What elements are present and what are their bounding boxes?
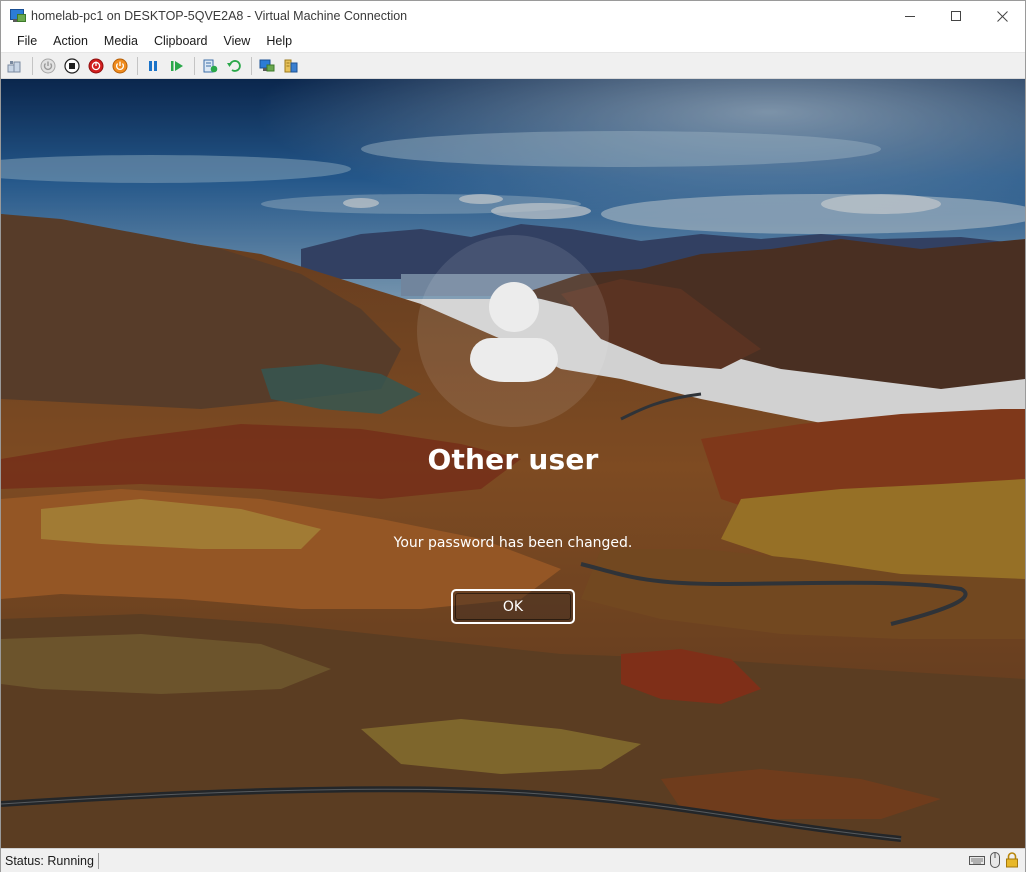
turn-off-icon bbox=[64, 57, 80, 74]
mouse-icon bbox=[990, 852, 1000, 868]
enhanced-session-button[interactable] bbox=[256, 55, 278, 77]
minimize-button[interactable] bbox=[887, 1, 933, 31]
ctrl-alt-del-icon bbox=[7, 60, 21, 72]
shut-down-button[interactable] bbox=[85, 55, 107, 77]
maximize-icon bbox=[951, 11, 961, 21]
resume-button[interactable] bbox=[166, 55, 188, 77]
checkpoint-icon bbox=[203, 59, 218, 72]
toolbar bbox=[1, 52, 1025, 79]
pause-button[interactable] bbox=[142, 55, 164, 77]
user-avatar-head-icon bbox=[489, 282, 539, 332]
menu-bar: File Action Media Clipboard View Help bbox=[1, 31, 1025, 52]
toolbar-separator bbox=[32, 56, 33, 75]
close-icon bbox=[996, 10, 1008, 22]
revert-icon bbox=[227, 59, 241, 72]
pause-icon bbox=[149, 60, 157, 71]
keyboard-icon bbox=[969, 856, 985, 865]
user-avatar-body-icon bbox=[470, 338, 558, 382]
window-title: homelab-pc1 on DESKTOP-5QVE2A8 - Virtual… bbox=[31, 9, 408, 23]
vm-connection-icon bbox=[9, 8, 26, 24]
revert-button[interactable] bbox=[223, 55, 245, 77]
user-name: Other user bbox=[427, 443, 599, 476]
title-bar[interactable]: homelab-pc1 on DESKTOP-5QVE2A8 - Virtual… bbox=[1, 1, 1025, 31]
power-icon bbox=[112, 58, 128, 73]
window-controls bbox=[887, 1, 1025, 31]
menu-file[interactable]: File bbox=[9, 31, 45, 52]
status-text: Status: Running bbox=[5, 852, 99, 869]
start-button[interactable] bbox=[37, 55, 59, 77]
checkpoint-button[interactable] bbox=[199, 55, 221, 77]
vm-connection-window: homelab-pc1 on DESKTOP-5QVE2A8 - Virtual… bbox=[0, 0, 1026, 872]
start-icon bbox=[40, 58, 56, 73]
menu-help[interactable]: Help bbox=[258, 31, 300, 52]
share-button[interactable] bbox=[280, 55, 302, 77]
toolbar-separator bbox=[137, 56, 138, 75]
power-button[interactable] bbox=[109, 55, 131, 77]
share-icon bbox=[284, 59, 298, 72]
resume-icon bbox=[171, 60, 183, 71]
turn-off-button[interactable] bbox=[61, 55, 83, 77]
menu-media[interactable]: Media bbox=[96, 31, 146, 52]
ok-button[interactable]: OK bbox=[451, 589, 575, 624]
toolbar-separator bbox=[194, 56, 195, 75]
ctrl-alt-del-button[interactable] bbox=[4, 55, 26, 77]
password-changed-message: Your password has been changed. bbox=[393, 535, 633, 551]
shut-down-icon bbox=[88, 58, 104, 73]
minimize-icon bbox=[905, 16, 915, 17]
vm-display[interactable]: Other user Your password has been change… bbox=[1, 79, 1025, 848]
enhanced-session-icon bbox=[259, 59, 275, 71]
ok-button-label: OK bbox=[502, 598, 524, 615]
status-bar: Status: Running bbox=[1, 848, 1025, 872]
toolbar-separator bbox=[251, 56, 252, 75]
lock-icon bbox=[1006, 852, 1018, 868]
status-icons bbox=[969, 852, 1019, 868]
menu-view[interactable]: View bbox=[215, 31, 258, 52]
menu-action[interactable]: Action bbox=[45, 31, 96, 52]
menu-clipboard[interactable]: Clipboard bbox=[146, 31, 216, 52]
maximize-button[interactable] bbox=[933, 1, 979, 31]
close-button[interactable] bbox=[979, 1, 1025, 31]
